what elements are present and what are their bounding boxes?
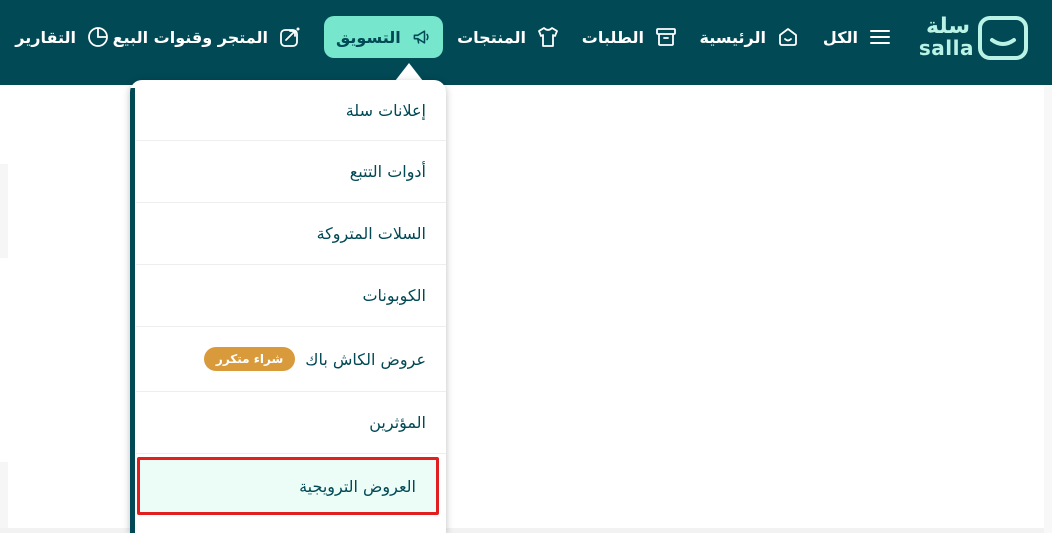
- background-right-edge: [1044, 85, 1052, 533]
- nav-marketing[interactable]: التسويق: [324, 16, 443, 58]
- nav-orders-label: الطلبات: [581, 27, 644, 47]
- menu-item-tracking-tools-label: أدوات التتبع: [349, 162, 426, 181]
- salla-logo[interactable]: سلة salla: [918, 14, 1028, 62]
- logo-latin-text: salla: [918, 36, 974, 60]
- top-navigation-bar: سلة salla الكل الرئيسية الطلبات المنتجات: [0, 0, 1052, 85]
- menu-lines-icon: [870, 30, 890, 44]
- dropdown-caret: [395, 63, 423, 81]
- menu-item-cashback-offers[interactable]: عروض الكاش باك شراء متكرر: [136, 327, 446, 392]
- menu-item-influencers-label: المؤثرين: [369, 413, 426, 432]
- nav-marketing-label: التسويق: [336, 27, 401, 47]
- marketing-dropdown-menu: إعلانات سلة أدوات التتبع السلات المتروكة…: [130, 80, 446, 533]
- menu-item-promotional-offers[interactable]: العروض الترويجية: [137, 457, 439, 515]
- repeat-purchase-badge: شراء متكرر: [203, 347, 296, 371]
- tshirt-icon: [538, 27, 558, 47]
- nav-all-label: الكل: [822, 27, 858, 47]
- pie-chart-icon: [88, 27, 108, 47]
- nav-store-channels[interactable]: المتجر وقنوات البيع: [101, 16, 314, 58]
- nav-reports[interactable]: التقارير: [3, 16, 122, 58]
- megaphone-icon: [413, 30, 429, 44]
- menu-item-influencers[interactable]: المؤثرين: [136, 392, 446, 454]
- menu-item-salla-ads[interactable]: إعلانات سلة: [136, 80, 446, 141]
- nav-products[interactable]: المنتجات: [445, 16, 572, 58]
- nav-store-channels-label: المتجر وقنوات البيع: [112, 27, 268, 47]
- menu-item-salla-ads-label: إعلانات سلة: [345, 100, 426, 120]
- nav-all[interactable]: الكل: [811, 16, 904, 58]
- salla-bag-icon: [978, 16, 1028, 60]
- share-store-icon: [280, 27, 300, 47]
- menu-item-coupons-label: الكوبونات: [362, 286, 426, 305]
- logo-wordmark: سلة salla: [918, 14, 974, 62]
- menu-item-cashback-offers-label: عروض الكاش باك: [305, 349, 426, 369]
- nav-reports-label: التقارير: [15, 27, 76, 47]
- dropdown-scrollbar[interactable]: [130, 88, 135, 533]
- home-icon: [779, 28, 797, 46]
- archive-box-icon: [656, 28, 676, 46]
- menu-item-abandoned-carts-label: السلات المتروكة: [316, 224, 426, 243]
- menu-item-abandoned-carts[interactable]: السلات المتروكة: [136, 203, 446, 265]
- nav-products-label: المنتجات: [457, 27, 526, 47]
- menu-item-tracking-tools[interactable]: أدوات التتبع: [136, 141, 446, 203]
- nav-home[interactable]: الرئيسية: [688, 16, 813, 58]
- background-panel-left: [0, 164, 8, 258]
- nav-home-label: الرئيسية: [699, 27, 767, 47]
- background-panel-left-lower: [0, 462, 8, 532]
- menu-item-promotional-offers-label: العروض الترويجية: [299, 476, 416, 496]
- nav-orders[interactable]: الطلبات: [570, 16, 690, 58]
- menu-item-coupons[interactable]: الكوبونات: [136, 265, 446, 327]
